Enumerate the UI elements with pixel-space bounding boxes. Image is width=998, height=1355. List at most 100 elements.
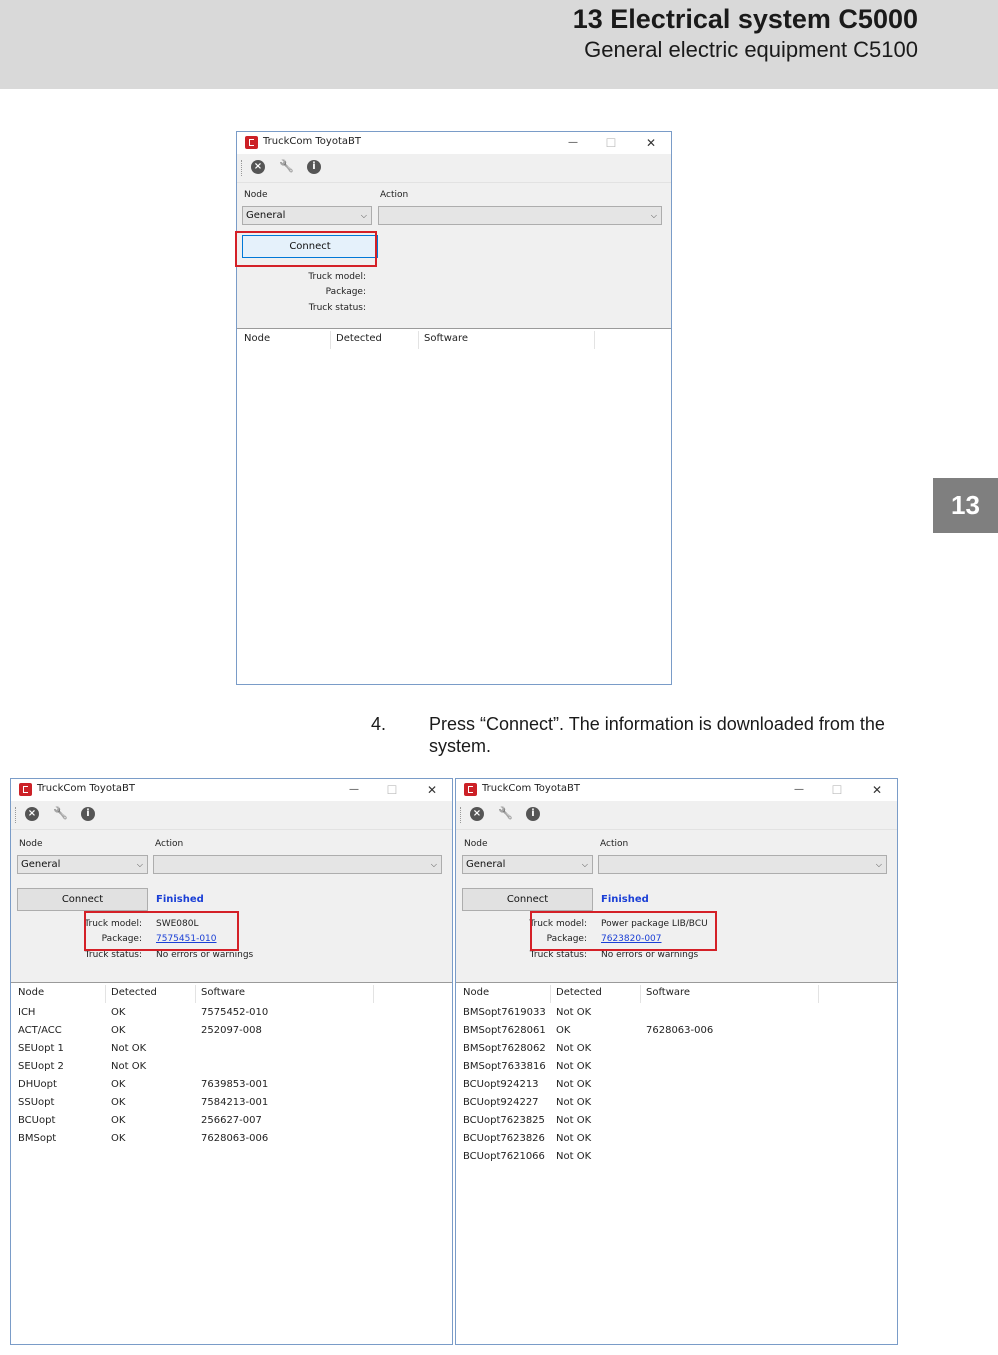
toolbar-grip — [460, 807, 463, 823]
node-label: Node — [244, 190, 268, 200]
column-separator — [330, 331, 331, 349]
column-header-detected[interactable]: Detected — [111, 987, 157, 998]
connect-button[interactable]: Connect — [462, 888, 593, 911]
software-cell: 7575452-010 — [201, 1007, 269, 1018]
minimize-button[interactable]: — — [342, 781, 366, 799]
list-item[interactable]: BCUopt7623825 Not OK — [456, 1115, 897, 1133]
list-item[interactable]: BMSopt OK 7628063-006 — [11, 1133, 452, 1151]
node-cell: BMSopt — [18, 1133, 57, 1144]
wrench-icon[interactable]: 🔧 — [53, 806, 68, 820]
detected-cell: Not OK — [556, 1151, 592, 1162]
node-list: Node Detected Software ICH OK 7575452-010 ACT/… — [11, 982, 452, 1344]
list-item[interactable]: BMSopt7628061 OK 7628063-006 — [456, 1025, 897, 1043]
minimize-button[interactable]: — — [561, 134, 585, 152]
title-bar: TruckCom ToyotaBT — ☐ ✕ — [456, 779, 897, 801]
info-icon[interactable]: i — [81, 807, 95, 821]
wrench-icon[interactable]: 🔧 — [498, 806, 513, 820]
detected-cell: OK — [111, 1115, 126, 1126]
node-cell: ICH — [18, 1007, 36, 1018]
toolbar-grip — [241, 160, 244, 176]
chevron-down-icon: ⌵ — [430, 860, 437, 869]
detected-cell: OK — [111, 1133, 126, 1144]
close-button[interactable]: ✕ — [639, 134, 663, 152]
node-cell: SSUopt — [18, 1097, 55, 1108]
node-cell: SEUopt 1 — [18, 1043, 64, 1054]
list-item[interactable]: BCUopt924227 Not OK — [456, 1097, 897, 1115]
list-item[interactable]: ICH OK 7575452-010 — [11, 1007, 452, 1025]
detected-cell: Not OK — [556, 1115, 592, 1126]
node-cell: BCUopt924227 — [463, 1097, 539, 1108]
list-item[interactable]: ACT/ACC OK 252097-008 — [11, 1025, 452, 1043]
node-cell: BCUopt — [18, 1115, 56, 1126]
maximize-button[interactable]: ☐ — [380, 781, 404, 799]
truckcom-app-icon — [245, 136, 258, 149]
node-select-value: General — [246, 210, 286, 221]
list-item[interactable]: BCUopt OK 256627-007 — [11, 1115, 452, 1133]
status-text: Finished — [601, 894, 649, 905]
window-title: TruckCom ToyotaBT — [482, 783, 580, 794]
detected-cell: Not OK — [556, 1079, 592, 1090]
detected-cell: Not OK — [556, 1061, 592, 1072]
software-cell: 7628063-006 — [646, 1025, 714, 1036]
column-separator — [550, 985, 551, 1003]
status-text: Finished — [156, 894, 204, 905]
truck-model-label: Truck model: — [308, 272, 366, 282]
disconnect-icon[interactable]: × — [25, 807, 39, 821]
action-select[interactable]: ⌵ — [378, 206, 662, 225]
list-item[interactable]: BCUopt924213 Not OK — [456, 1079, 897, 1097]
detected-cell: Not OK — [556, 1043, 592, 1054]
disconnect-icon[interactable]: × — [470, 807, 484, 821]
connect-button[interactable]: Connect — [17, 888, 148, 911]
truckcom-app-icon — [19, 783, 32, 796]
column-header-node[interactable]: Node — [463, 987, 489, 998]
toolbar: × 🔧 i — [11, 801, 452, 830]
column-header-node[interactable]: Node — [18, 987, 44, 998]
info-icon[interactable]: i — [526, 807, 540, 821]
list-item[interactable]: SSUopt OK 7584213-001 — [11, 1097, 452, 1115]
maximize-button[interactable]: ☐ — [599, 134, 623, 152]
list-item[interactable]: BMSopt7628062 Not OK — [456, 1043, 897, 1061]
highlight-box — [530, 911, 717, 951]
detected-cell: OK — [111, 1025, 126, 1036]
node-select[interactable]: General ⌵ — [17, 855, 148, 874]
list-item[interactable]: BMSopt7619033 Not OK — [456, 1007, 897, 1025]
chapter-tab: 13 — [933, 478, 998, 533]
title-bar: TruckCom ToyotaBT — ☐ ✕ — [237, 132, 671, 154]
column-header-node[interactable]: Node — [244, 333, 270, 344]
list-item[interactable]: SEUopt 2 Not OK — [11, 1061, 452, 1079]
info-icon[interactable]: i — [307, 160, 321, 174]
column-header-detected[interactable]: Detected — [336, 333, 382, 344]
detected-cell: OK — [111, 1007, 126, 1018]
highlight-box — [84, 911, 239, 951]
column-header-software[interactable]: Software — [201, 987, 245, 998]
truckcom-app-icon — [464, 783, 477, 796]
node-select[interactable]: General ⌵ — [462, 855, 593, 874]
close-button[interactable]: ✕ — [420, 781, 444, 799]
node-label: Node — [464, 839, 488, 849]
node-cell: BMSopt7633816 — [463, 1061, 546, 1072]
maximize-button[interactable]: ☐ — [825, 781, 849, 799]
node-select[interactable]: General ⌵ — [242, 206, 372, 225]
minimize-button[interactable]: — — [787, 781, 811, 799]
column-header-software[interactable]: Software — [646, 987, 690, 998]
truck-status-label: Truck status: — [529, 950, 587, 960]
list-item[interactable]: BCUopt7621066 Not OK — [456, 1151, 897, 1169]
column-header-detected[interactable]: Detected — [556, 987, 602, 998]
chevron-down-icon: ⌵ — [136, 860, 143, 869]
node-select-value: General — [21, 859, 61, 870]
action-select[interactable]: ⌵ — [153, 855, 442, 874]
list-item[interactable]: DHUopt OK 7639853-001 — [11, 1079, 452, 1097]
column-header-software[interactable]: Software — [424, 333, 468, 344]
list-item[interactable]: BCUopt7623826 Not OK — [456, 1133, 897, 1151]
action-label: Action — [600, 839, 629, 849]
list-item[interactable]: BMSopt7633816 Not OK — [456, 1061, 897, 1079]
wrench-icon[interactable]: 🔧 — [279, 159, 294, 173]
node-cell: BCUopt7621066 — [463, 1151, 545, 1162]
list-item[interactable]: SEUopt 1 Not OK — [11, 1043, 452, 1061]
action-select[interactable]: ⌵ — [598, 855, 887, 874]
truck-status-label: Truck status: — [308, 303, 366, 313]
disconnect-icon[interactable]: × — [251, 160, 265, 174]
close-button[interactable]: ✕ — [865, 781, 889, 799]
software-cell: 7628063-006 — [201, 1133, 269, 1144]
step-number: 4. — [371, 714, 387, 734]
